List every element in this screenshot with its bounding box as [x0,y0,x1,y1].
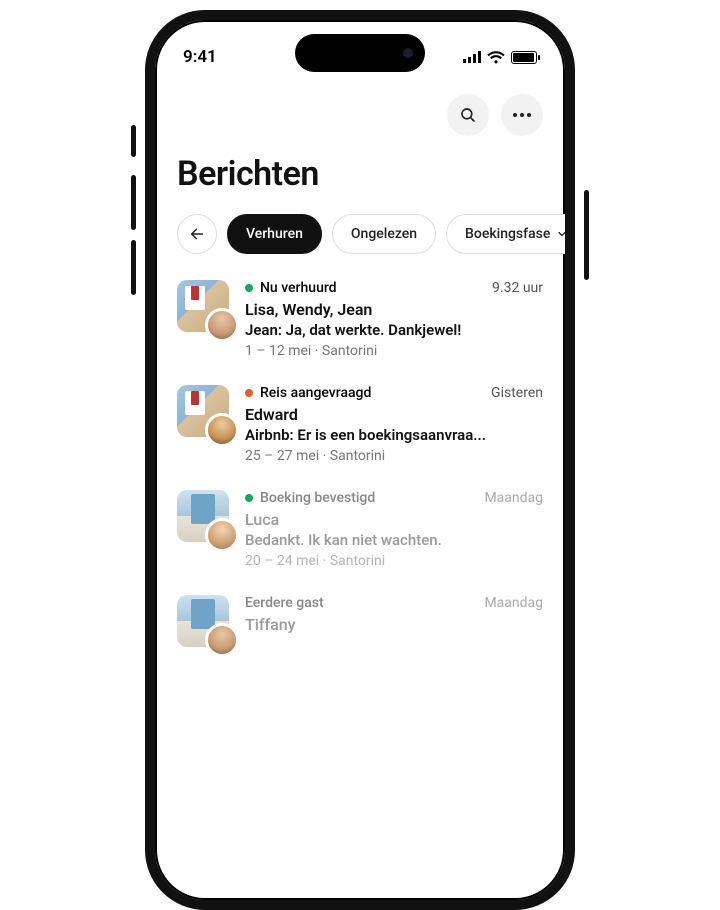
filter-row: VerhurenOngelezenBoekingsfase [177,214,543,254]
conversation-row[interactable]: Reis aangevraagd Gisteren Edward Airbnb: Er… [177,385,543,464]
arrow-left-icon [189,226,205,242]
chevron-down-icon [556,228,568,240]
participant-names: Edward [245,405,543,424]
guest-avatar [205,308,239,342]
status-dot [245,389,253,397]
more-button[interactable] [501,94,543,136]
filter-chip-boekingsfase[interactable]: Boekingsfase [446,214,575,254]
booking-status: Boeking bevestigd [245,490,375,506]
filter-chip-verhuren[interactable]: Verhuren [227,214,322,254]
booking-status: Eerdere gast [245,595,324,611]
status-dot [245,284,253,292]
listing-thumbnail [177,595,229,647]
listing-thumbnail [177,280,229,332]
status-label: Nu verhuurd [260,280,337,296]
listing-thumbnail [177,490,229,542]
cellular-icon [463,51,481,63]
message-preview: Airbnb: Er is een boekingsaanvraa... [245,426,543,444]
more-icon [513,113,531,117]
stay-meta: 25 – 27 mei · Santorini [245,448,543,464]
search-button[interactable] [447,94,489,136]
status-label: Eerdere gast [245,595,324,611]
guest-avatar [205,518,239,552]
status-dot [245,494,253,502]
stay-meta: 20 – 24 mei · Santorini [245,553,543,569]
participant-names: Luca [245,510,543,529]
conversation-row[interactable]: Eerdere gast Maandag Tiffany [177,595,543,647]
chip-label: Ongelezen [351,226,417,242]
timestamp: Maandag [484,595,543,611]
status-label: Reis aangevraagd [260,385,371,401]
listing-thumbnail [177,385,229,437]
participant-names: Lisa, Wendy, Jean [245,300,543,319]
timestamp: Gisteren [491,385,543,401]
guest-avatar [205,623,239,657]
chip-label: Verhuren [246,226,303,242]
conversation-row[interactable]: Nu verhuurd 9.32 uur Lisa, Wendy, Jean Jean… [177,280,543,359]
dynamic-island [295,34,425,72]
status-label: Boeking bevestigd [260,490,375,506]
filter-chip-ongelezen[interactable]: Ongelezen [332,214,436,254]
wifi-icon [487,51,505,64]
conversation-list: Nu verhuurd 9.32 uur Lisa, Wendy, Jean Jean… [177,280,543,647]
conversation-row[interactable]: Boeking bevestigd Maandag Luca Bedankt. Ik … [177,490,543,569]
timestamp: Maandag [484,490,543,506]
message-preview: Bedankt. Ik kan niet wachten. [245,531,543,549]
booking-status: Reis aangevraagd [245,385,371,401]
stay-meta: 1 – 12 mei · Santorini [245,343,543,359]
phone-frame: 9:41 Berichten VerhurenO [145,10,575,910]
battery-icon [511,51,537,64]
participant-names: Tiffany [245,615,543,634]
message-preview: Jean: Ja, dat werkte. Dankjewel! [245,321,543,339]
chip-label: Boekingsfase [465,226,550,242]
status-time: 9:41 [183,47,217,67]
guest-avatar [205,413,239,447]
booking-status: Nu verhuurd [245,280,337,296]
page-title: Berichten [177,154,543,194]
search-icon [459,106,477,124]
back-button[interactable] [177,214,217,254]
timestamp: 9.32 uur [492,280,543,296]
